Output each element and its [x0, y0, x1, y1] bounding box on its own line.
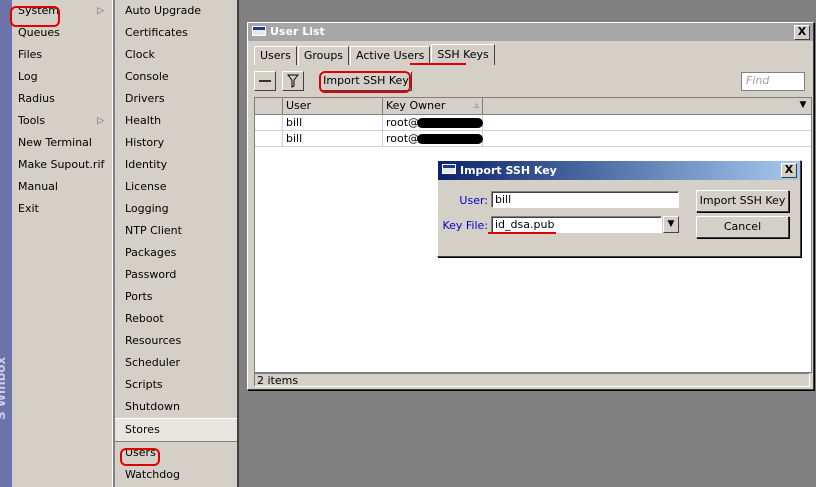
submenu-item-clock[interactable]: Clock: [115, 44, 237, 66]
menu-item-log[interactable]: Log: [12, 66, 112, 88]
columns-dropdown-icon[interactable]: ▼: [796, 99, 810, 112]
table-row[interactable]: bill root@: [255, 115, 811, 131]
highlight-mark: [410, 63, 466, 65]
submenu-item-logging[interactable]: Logging: [115, 198, 237, 220]
menu-item-label: Log: [18, 70, 38, 83]
toolbar: Import SSH Key Find: [254, 71, 809, 93]
highlight-mark: [488, 232, 556, 234]
dialog-title: Import SSH Key: [460, 164, 557, 177]
user-field[interactable]: bill: [491, 191, 679, 208]
menu-item-manual[interactable]: Manual: [12, 176, 112, 198]
menu-item-make-supout[interactable]: Make Supout.rif: [12, 154, 112, 176]
key-owner-text: root@: [386, 132, 420, 145]
column-header-key-owner[interactable]: Key Owner ▵: [383, 98, 483, 114]
dialog-titlebar[interactable]: Import SSH Key X: [438, 161, 800, 180]
user-cell: bill: [283, 131, 383, 146]
close-button[interactable]: X: [794, 25, 810, 40]
find-input[interactable]: Find: [741, 72, 805, 91]
import-ssh-key-button[interactable]: Import SSH Key: [320, 71, 412, 91]
menu-item-label: Tools: [18, 114, 46, 127]
sort-icon: ▵: [473, 100, 479, 111]
menu-item-radius[interactable]: Radius: [12, 88, 112, 110]
window-icon: [442, 164, 456, 174]
table-header: User Key Owner ▵ ▼: [255, 98, 811, 115]
submenu-item-drivers[interactable]: Drivers: [115, 88, 237, 110]
key-owner-cell: root@: [383, 115, 484, 130]
submenu-item-certificates[interactable]: Certificates: [115, 22, 237, 44]
menu-item-label: Exit: [18, 202, 39, 215]
tab-groups[interactable]: Groups: [297, 46, 350, 65]
status-bar: 2 items: [254, 373, 810, 387]
submenu-item-resources[interactable]: Resources: [115, 330, 237, 352]
menu-item-label: Queues: [18, 26, 60, 39]
system-submenu: Auto Upgrade Certificates Clock Console …: [114, 0, 239, 487]
row-select-cell: [255, 115, 283, 130]
submenu-arrow-icon: ▷: [97, 6, 104, 16]
menu-item-files[interactable]: Files: [12, 44, 112, 66]
submenu-item-auto-upgrade[interactable]: Auto Upgrade: [115, 0, 237, 22]
column-header-user[interactable]: User: [283, 98, 383, 114]
submenu-item-password[interactable]: Password: [115, 264, 237, 286]
menu-item-label: System: [18, 4, 60, 17]
submenu-arrow-icon: ▷: [97, 116, 104, 126]
submenu-item-stores[interactable]: Stores: [115, 418, 237, 442]
menu-item-label: Files: [18, 48, 43, 61]
filter-icon: [286, 74, 300, 88]
cancel-button[interactable]: Cancel: [696, 216, 789, 238]
key-file-select[interactable]: id_dsa.pub: [491, 216, 662, 233]
minus-icon: [259, 80, 271, 82]
submenu-item-scheduler[interactable]: Scheduler: [115, 352, 237, 374]
key-owner-text: root@: [386, 116, 420, 129]
window-icon: [252, 26, 266, 36]
key-file-dropdown-icon[interactable]: ▼: [663, 216, 679, 233]
import-ssh-key-dialog: Import SSH Key X User: bill Key File: id…: [437, 160, 801, 257]
window-title: User List: [270, 25, 325, 38]
submenu-item-console[interactable]: Console: [115, 66, 237, 88]
user-label: User:: [459, 194, 488, 207]
menu-item-system[interactable]: System ▷: [12, 0, 112, 22]
submenu-item-license[interactable]: License: [115, 176, 237, 198]
submenu-item-identity[interactable]: Identity: [115, 154, 237, 176]
submenu-item-health[interactable]: Health: [115, 110, 237, 132]
user-cell: bill: [283, 115, 383, 130]
import-ssh-key-confirm-button[interactable]: Import SSH Key: [696, 190, 789, 212]
submenu-item-users[interactable]: Users: [115, 442, 237, 464]
submenu-item-packages[interactable]: Packages: [115, 242, 237, 264]
column-header-select[interactable]: [255, 98, 283, 114]
submenu-item-watchdog[interactable]: Watchdog: [115, 464, 237, 486]
menu-item-queues[interactable]: Queues: [12, 22, 112, 44]
submenu-item-ntp-client[interactable]: NTP Client: [115, 220, 237, 242]
menu-item-label: Manual: [18, 180, 58, 193]
key-file-label: Key File:: [442, 219, 488, 232]
menu-item-exit[interactable]: Exit: [12, 198, 112, 220]
menu-item-new-terminal[interactable]: New Terminal: [12, 132, 112, 154]
filter-button[interactable]: [282, 71, 304, 91]
menu-item-label: New Terminal: [18, 136, 92, 149]
tab-users[interactable]: Users: [254, 46, 297, 65]
submenu-item-reboot[interactable]: Reboot: [115, 308, 237, 330]
submenu-item-shutdown[interactable]: Shutdown: [115, 396, 237, 418]
window-titlebar[interactable]: User List X: [248, 23, 813, 41]
menu-item-label: Make Supout.rif: [18, 158, 105, 171]
winbox-sidebar: S Winbox: [0, 0, 12, 487]
table-row[interactable]: bill root@: [255, 131, 811, 147]
remove-button[interactable]: [254, 71, 276, 91]
key-owner-cell: root@: [383, 131, 484, 146]
menu-item-tools[interactable]: Tools ▷: [12, 110, 112, 132]
dialog-close-button[interactable]: X: [781, 163, 797, 178]
column-header-empty: [483, 98, 795, 114]
tab-ssh-keys[interactable]: SSH Keys: [431, 44, 495, 65]
submenu-item-scripts[interactable]: Scripts: [115, 374, 237, 396]
row-select-cell: [255, 131, 283, 146]
submenu-item-ports[interactable]: Ports: [115, 286, 237, 308]
main-menu: System ▷ Queues Files Log Radius Tools ▷ N…: [12, 0, 113, 487]
redaction-mark: [417, 134, 484, 144]
menu-item-label: Radius: [18, 92, 55, 105]
redaction-mark: [417, 118, 484, 128]
column-header-label: Key Owner: [386, 99, 446, 112]
submenu-item-history[interactable]: History: [115, 132, 237, 154]
